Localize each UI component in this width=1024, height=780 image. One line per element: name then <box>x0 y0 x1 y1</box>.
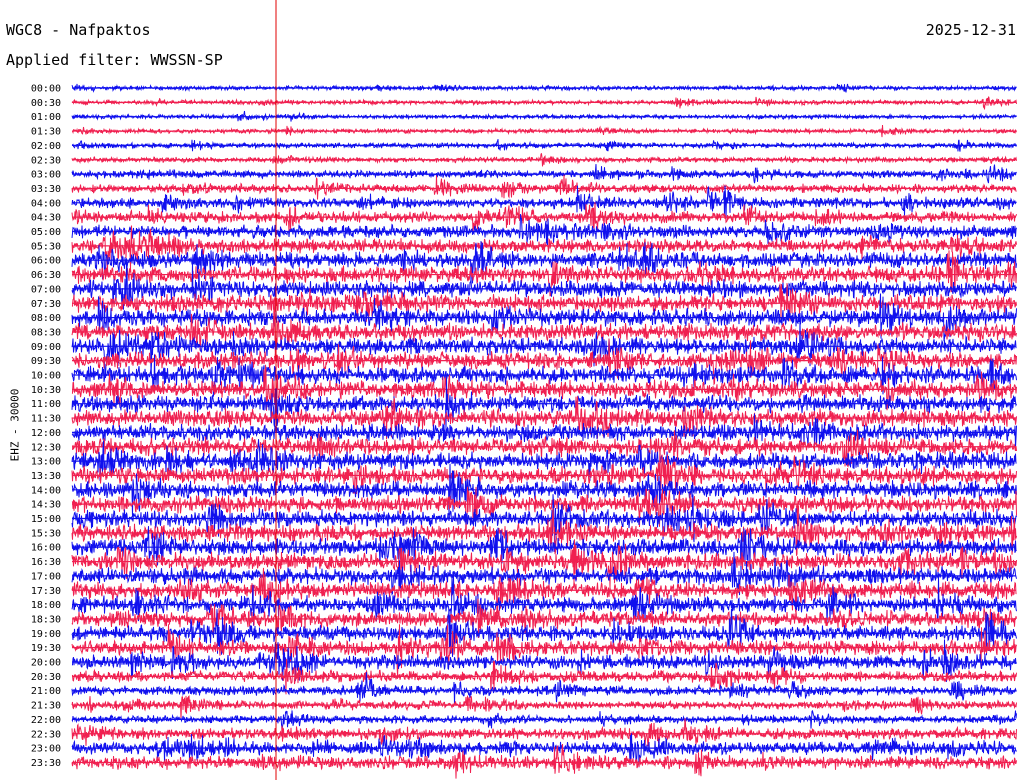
trace-row <box>71 300 1017 361</box>
tick-label: 14:00 <box>31 485 61 496</box>
tick-label: 10:30 <box>31 385 61 396</box>
tick-label: 08:30 <box>31 327 61 338</box>
tick-label: 08:00 <box>31 313 61 324</box>
tick-label: 15:30 <box>31 528 61 539</box>
tick-label: 23:30 <box>31 758 61 769</box>
tick-label: 01:00 <box>31 112 61 123</box>
tick-label: 19:00 <box>31 629 61 640</box>
tick-label: 13:30 <box>31 471 61 482</box>
tick-label: 02:30 <box>31 155 61 166</box>
tick-label: 04:30 <box>31 213 61 224</box>
tick-label: 18:00 <box>31 600 61 611</box>
tick-label: 17:00 <box>31 571 61 582</box>
tick-label-group: 00:00 00:30 01:00 01:30 02:00 02:30 03:00 03:30… <box>31 84 61 769</box>
tick-label: 03:30 <box>31 184 61 195</box>
tick-label: 02:00 <box>31 141 61 152</box>
tick-label: 00:30 <box>31 98 61 109</box>
tick-label: 05:30 <box>31 241 61 252</box>
trace-row <box>71 710 1017 730</box>
tick-label: 09:30 <box>31 356 61 367</box>
tick-label: 20:30 <box>31 672 61 683</box>
trace-row <box>71 96 1017 110</box>
tick-label: 16:30 <box>31 557 61 568</box>
tick-label: 06:30 <box>31 270 61 281</box>
tick-label: 04:00 <box>31 198 61 209</box>
tick-label: 03:00 <box>31 170 61 181</box>
tick-label: 19:30 <box>31 643 61 654</box>
tick-label: 11:30 <box>31 414 61 425</box>
tick-label: 22:30 <box>31 729 61 740</box>
tick-label: 10:00 <box>31 371 61 382</box>
trace-row <box>71 174 1017 200</box>
tick-label: 07:00 <box>31 284 61 295</box>
trace-row <box>71 164 1017 184</box>
tick-label: 12:00 <box>31 428 61 439</box>
tick-label: 06:00 <box>31 256 61 267</box>
trace-group <box>71 83 1017 779</box>
tick-label: 05:00 <box>31 227 61 238</box>
tick-label: 17:30 <box>31 586 61 597</box>
helicorder-chart: 00:00 00:30 01:00 01:30 02:00 02:30 03:00 03:30… <box>31 0 1017 780</box>
tick-label: 09:00 <box>31 342 61 353</box>
tick-label: 14:30 <box>31 500 61 511</box>
tick-label: 07:30 <box>31 299 61 310</box>
tick-label: 20:00 <box>31 658 61 669</box>
tick-label: 22:00 <box>31 715 61 726</box>
trace-row <box>71 152 1017 167</box>
tick-label: 01:30 <box>31 127 61 138</box>
tick-label: 13:00 <box>31 457 61 468</box>
trace-row <box>71 110 1017 122</box>
trace-row <box>71 695 1017 720</box>
tick-label: 21:30 <box>31 701 61 712</box>
tick-label: 15:00 <box>31 514 61 525</box>
tick-label: 21:00 <box>31 686 61 697</box>
trace-row <box>71 83 1017 93</box>
tick-label: 16:00 <box>31 543 61 554</box>
tick-label: 23:00 <box>31 744 61 755</box>
tick-label: 00:00 <box>31 84 61 95</box>
tick-label: 11:00 <box>31 399 61 410</box>
tick-label: 12:30 <box>31 442 61 453</box>
tick-label: 18:30 <box>31 614 61 625</box>
